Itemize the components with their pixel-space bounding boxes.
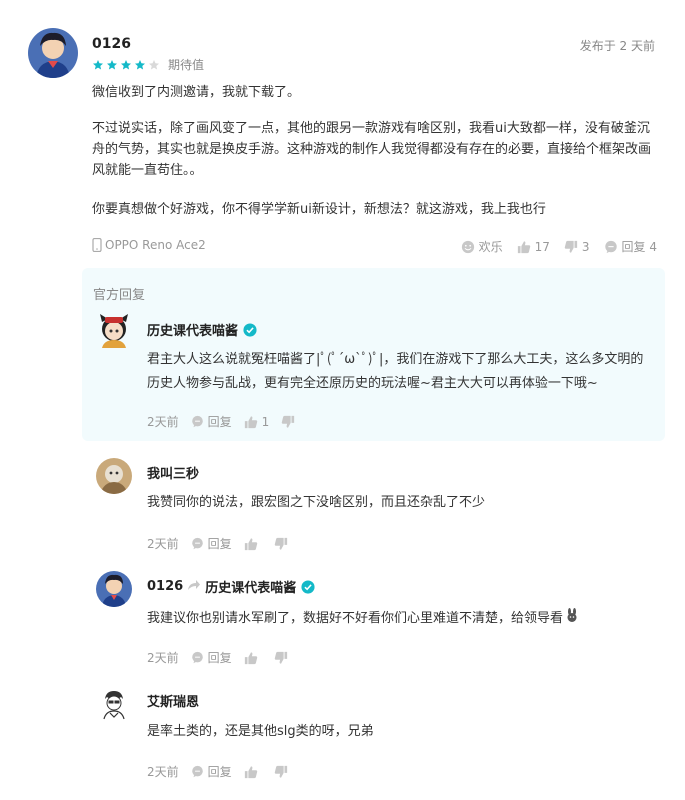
official-reply-title: 官方回复: [93, 288, 146, 303]
reply-label: 回复: [207, 651, 232, 665]
thumbs-up-icon: [244, 415, 258, 429]
official-reply-text: 君主大人这么说就冤枉喵酱了|ﾟ(ﾟ´ω`ﾟ)ﾟ|，我们在游戏下了那么大工夫，这么…: [147, 352, 644, 391]
comment-icon: [191, 765, 204, 778]
reply-label: 回复: [207, 415, 232, 429]
reply-item: 我叫三秒 我赞同你的说法，跟宏图之下没啥区别，而且还杂乱了不少 2天前 回复: [82, 455, 665, 560]
official-author[interactable]: 历史课代表喵酱: [147, 320, 257, 339]
like-button[interactable]: 1: [244, 414, 270, 429]
like-button[interactable]: [244, 651, 262, 665]
reply-avatar[interactable]: [96, 571, 132, 607]
verified-icon: [243, 322, 257, 337]
reply-author-name: 艾斯瑞恩: [147, 695, 200, 710]
reply-meta: 2天前 回复: [147, 649, 304, 666]
official-avatar[interactable]: [96, 312, 132, 348]
comment-icon: [604, 240, 618, 254]
reply-text: 我赞同你的说法，跟宏图之下没啥区别，而且还杂乱了不少: [147, 495, 486, 510]
thumbs-down-icon: [274, 765, 288, 779]
thumbs-up-icon: [244, 537, 258, 551]
official-reply-meta: 2天前 回复 1: [147, 413, 311, 430]
reply-arrow-icon: [187, 579, 201, 595]
reply-meta: 2天前 回复: [147, 535, 304, 552]
reply-button[interactable]: 回复 4: [604, 238, 657, 255]
reply-meta: 2天前 回复: [147, 763, 304, 780]
like-count: 17: [534, 239, 550, 254]
like-button[interactable]: [244, 765, 262, 779]
dislike-button[interactable]: [274, 651, 292, 665]
reply-time: 2天前: [147, 415, 179, 429]
reply-label: 回复: [207, 765, 232, 779]
joy-button[interactable]: 欢乐: [461, 238, 503, 255]
reply-author[interactable]: 0126 历史课代表喵酱: [147, 577, 315, 596]
review-meta-row: OPPO Reno Ace2 欢乐 17 3 回复 4: [92, 238, 657, 258]
like-button[interactable]: 17: [517, 240, 550, 254]
joy-label: 欢乐: [478, 240, 503, 254]
username[interactable]: 0126: [92, 36, 131, 52]
thumbs-up-icon: [244, 765, 258, 779]
star-icon: [106, 59, 118, 71]
reply-time: 2天前: [147, 651, 179, 665]
thumbs-up-icon: [244, 651, 258, 665]
reply-author[interactable]: 我叫三秒: [147, 463, 199, 482]
reply-author-name: 0126: [147, 579, 184, 594]
device-name: OPPO Reno Ace2: [105, 238, 206, 252]
reply-text: 我建议你也别请水军刷了，数据好不好看你们心里难道不清楚，给领导看: [147, 610, 564, 626]
smile-icon: [461, 240, 475, 254]
like-count: 1: [261, 414, 270, 429]
reply-text: 是率土类的，还是其他slg类的呀，兄弟: [147, 724, 374, 739]
user-avatar[interactable]: [28, 28, 78, 78]
reply-text-row: 我建议你也别请水军刷了，数据好不好看你们心里难道不清楚，给领导看: [147, 608, 647, 629]
thumbs-down-icon: [564, 240, 578, 254]
verified-icon: [301, 579, 315, 594]
review-paragraph: 不过说实话，除了画风变了一点，其他的跟另一款游戏有啥区别，我看ui大致都一样，没…: [92, 121, 652, 178]
reply-author[interactable]: 艾斯瑞恩: [147, 691, 199, 710]
device-info: OPPO Reno Ace2: [92, 238, 206, 252]
review-paragraph: 微信收到了内测邀请，我就下载了。: [92, 85, 301, 100]
comment-icon: [191, 415, 204, 428]
reply-time: 2天前: [147, 765, 179, 779]
star-icon: [120, 59, 132, 71]
dislike-count: 3: [581, 239, 590, 254]
reply-avatar[interactable]: [96, 458, 132, 494]
official-author-name: 历史课代表喵酱: [147, 324, 239, 339]
reply-item: 艾斯瑞恩 是率土类的，还是其他slg类的呀，兄弟 2天前 回复: [82, 683, 665, 788]
reply-item: 0126 历史课代表喵酱 我建议你也别请水军刷了，数据好不好看你们心里难道不清楚…: [82, 569, 665, 674]
dislike-button[interactable]: 3: [564, 240, 590, 254]
dislike-button[interactable]: [281, 415, 299, 429]
rating-label: 期待值: [168, 58, 205, 72]
reply-time: 2天前: [147, 537, 179, 551]
star-icon: [92, 59, 104, 71]
post-date: 发布于 2 天前: [579, 39, 655, 53]
reply-author-name: 我叫三秒: [147, 467, 200, 482]
thumbs-down-icon: [281, 415, 295, 429]
review-card: 0126 发布于 2 天前 期待值 微信收到了内测邀请，我就下载了。 不过说实话…: [0, 0, 685, 800]
rating-stars: 期待值: [92, 56, 204, 73]
reply-to-name[interactable]: 历史课代表喵酱: [205, 577, 296, 596]
thumbs-down-icon: [274, 651, 288, 665]
reply-button[interactable]: 回复: [191, 535, 232, 552]
comment-icon: [191, 651, 204, 664]
reply-count: 回复 4: [621, 240, 657, 254]
review-actions: 欢乐 17 3 回复 4: [447, 238, 657, 255]
like-button[interactable]: [244, 537, 262, 551]
official-reply: 官方回复 历史课代表喵酱 君主大人这么说就冤枉喵酱了|ﾟ(ﾟ´ω`ﾟ)ﾟ|，我们…: [82, 268, 665, 441]
star-icon: [134, 59, 146, 71]
bunny-emoji-icon: [566, 608, 578, 629]
star-empty-icon: [148, 59, 160, 71]
dislike-button[interactable]: [274, 765, 292, 779]
dislike-button[interactable]: [274, 537, 292, 551]
reply-button[interactable]: 回复: [191, 763, 232, 780]
reply-label: 回复: [207, 537, 232, 551]
reply-button[interactable]: 回复: [191, 413, 232, 430]
reply-button[interactable]: 回复: [191, 649, 232, 666]
thumbs-down-icon: [274, 537, 288, 551]
reply-avatar[interactable]: [96, 687, 132, 723]
comment-icon: [191, 537, 204, 550]
review-paragraph: 你要真想做个好游戏，你不得学学新ui新设计，新想法？就这游戏，我上我也行: [92, 202, 546, 217]
phone-icon: [92, 238, 102, 252]
thumbs-up-icon: [517, 240, 531, 254]
